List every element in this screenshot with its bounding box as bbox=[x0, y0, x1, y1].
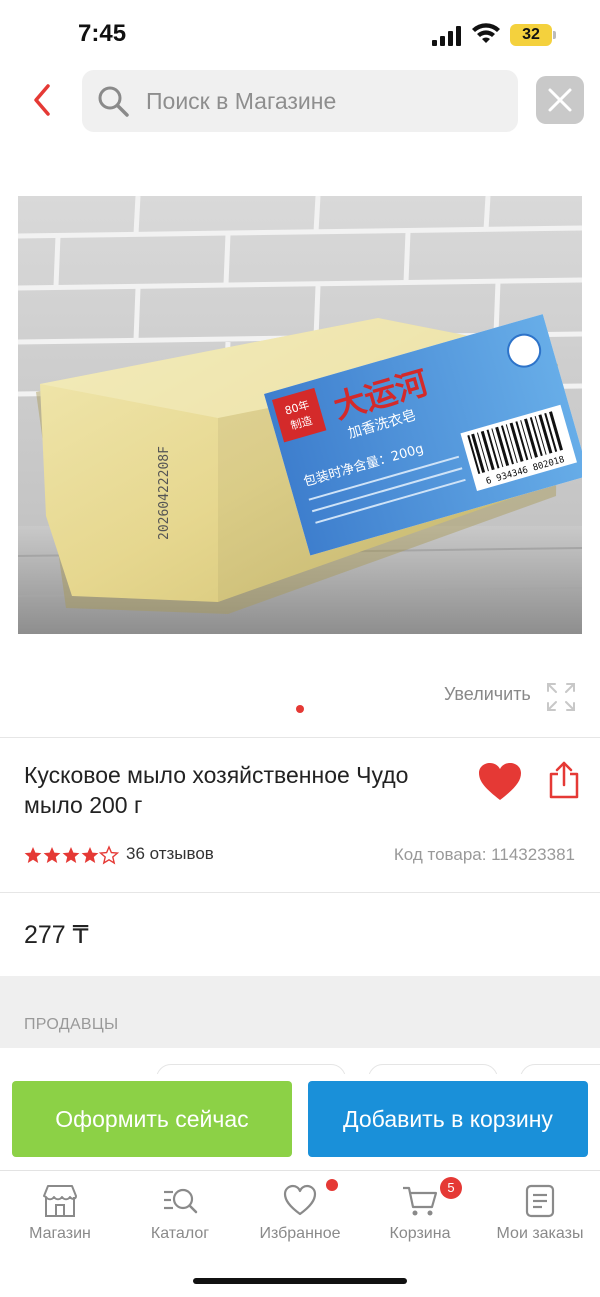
product-price: 277 ₸ bbox=[24, 921, 89, 949]
nav-item-cart[interactable]: 5 Корзина bbox=[360, 1171, 480, 1261]
star-full-icon bbox=[43, 847, 61, 863]
battery-indicator: 32 bbox=[510, 24, 552, 46]
cart-count-badge: 5 bbox=[440, 1177, 462, 1199]
product-title: Кусковое мыло хозяйственное Чудо мыло 20… bbox=[24, 762, 409, 818]
nav-label: Мои заказы bbox=[496, 1225, 584, 1242]
share-icon[interactable] bbox=[548, 760, 580, 800]
star-full-icon bbox=[62, 847, 80, 863]
nav-label: Избранное bbox=[259, 1225, 341, 1242]
product-image[interactable]: 80年 制造 大运河 加香洗衣皂 包装时净含量：200g 6 934346 80… bbox=[18, 196, 582, 634]
cart-icon bbox=[403, 1186, 438, 1216]
nav-item-catalog[interactable]: Каталог bbox=[120, 1171, 240, 1261]
wifi-icon bbox=[472, 23, 500, 43]
close-button[interactable] bbox=[536, 76, 584, 124]
divider bbox=[0, 737, 600, 738]
product-code: Код товара: 114323381 bbox=[393, 845, 575, 864]
star-full-icon bbox=[24, 847, 42, 863]
star-full-icon bbox=[81, 847, 99, 863]
nav-label: Каталог bbox=[150, 1225, 210, 1242]
soap-photo: 80年 制造 大运河 加香洗衣皂 包装时净含量：200g 6 934346 80… bbox=[18, 196, 582, 634]
expand-icon[interactable] bbox=[546, 682, 576, 712]
shop-icon bbox=[43, 1185, 77, 1217]
add-to-cart-button[interactable]: Добавить в корзину bbox=[308, 1081, 588, 1157]
home-indicator bbox=[193, 1278, 407, 1284]
rating-stars bbox=[24, 846, 119, 864]
nav-label: Магазин bbox=[29, 1225, 91, 1242]
reviews-link[interactable]: 36 отзывов bbox=[126, 844, 214, 864]
orders-icon bbox=[525, 1184, 555, 1218]
star-half-icon bbox=[99, 846, 119, 864]
notification-dot bbox=[326, 1179, 338, 1191]
sellers-section: ПРОДАВЦЫ bbox=[0, 976, 600, 1048]
divider bbox=[0, 892, 600, 893]
battery-tip bbox=[553, 31, 556, 39]
status-bar: 7:45 32 bbox=[0, 0, 600, 70]
nav-item-orders[interactable]: Мои заказы bbox=[480, 1171, 600, 1261]
header bbox=[0, 68, 600, 134]
zoom-link[interactable]: Увеличить bbox=[444, 684, 531, 710]
back-button[interactable] bbox=[26, 80, 60, 120]
search-box[interactable] bbox=[82, 70, 518, 132]
carousel-indicator-dot[interactable] bbox=[296, 705, 304, 713]
order-now-button[interactable]: Оформить сейчас bbox=[12, 1081, 292, 1157]
sellers-title: ПРОДАВЦЫ bbox=[24, 1016, 119, 1033]
svg-text:20260422208F: 20260422208F bbox=[157, 446, 172, 540]
nav-item-favorites[interactable]: Избранное bbox=[240, 1171, 360, 1261]
action-bar: Оформить сейчас Добавить в корзину bbox=[0, 1074, 600, 1170]
heart-outline-icon bbox=[283, 1184, 317, 1216]
search-icon bbox=[98, 86, 129, 117]
status-time: 7:45 bbox=[78, 20, 127, 47]
catalog-search-icon bbox=[164, 1188, 198, 1214]
favorite-heart-icon[interactable] bbox=[478, 762, 522, 802]
cellular-signal-icon bbox=[432, 26, 464, 46]
nav-item-shop[interactable]: Магазин bbox=[0, 1171, 120, 1261]
search-input[interactable] bbox=[146, 70, 506, 132]
nav-label: Корзина bbox=[389, 1225, 451, 1242]
